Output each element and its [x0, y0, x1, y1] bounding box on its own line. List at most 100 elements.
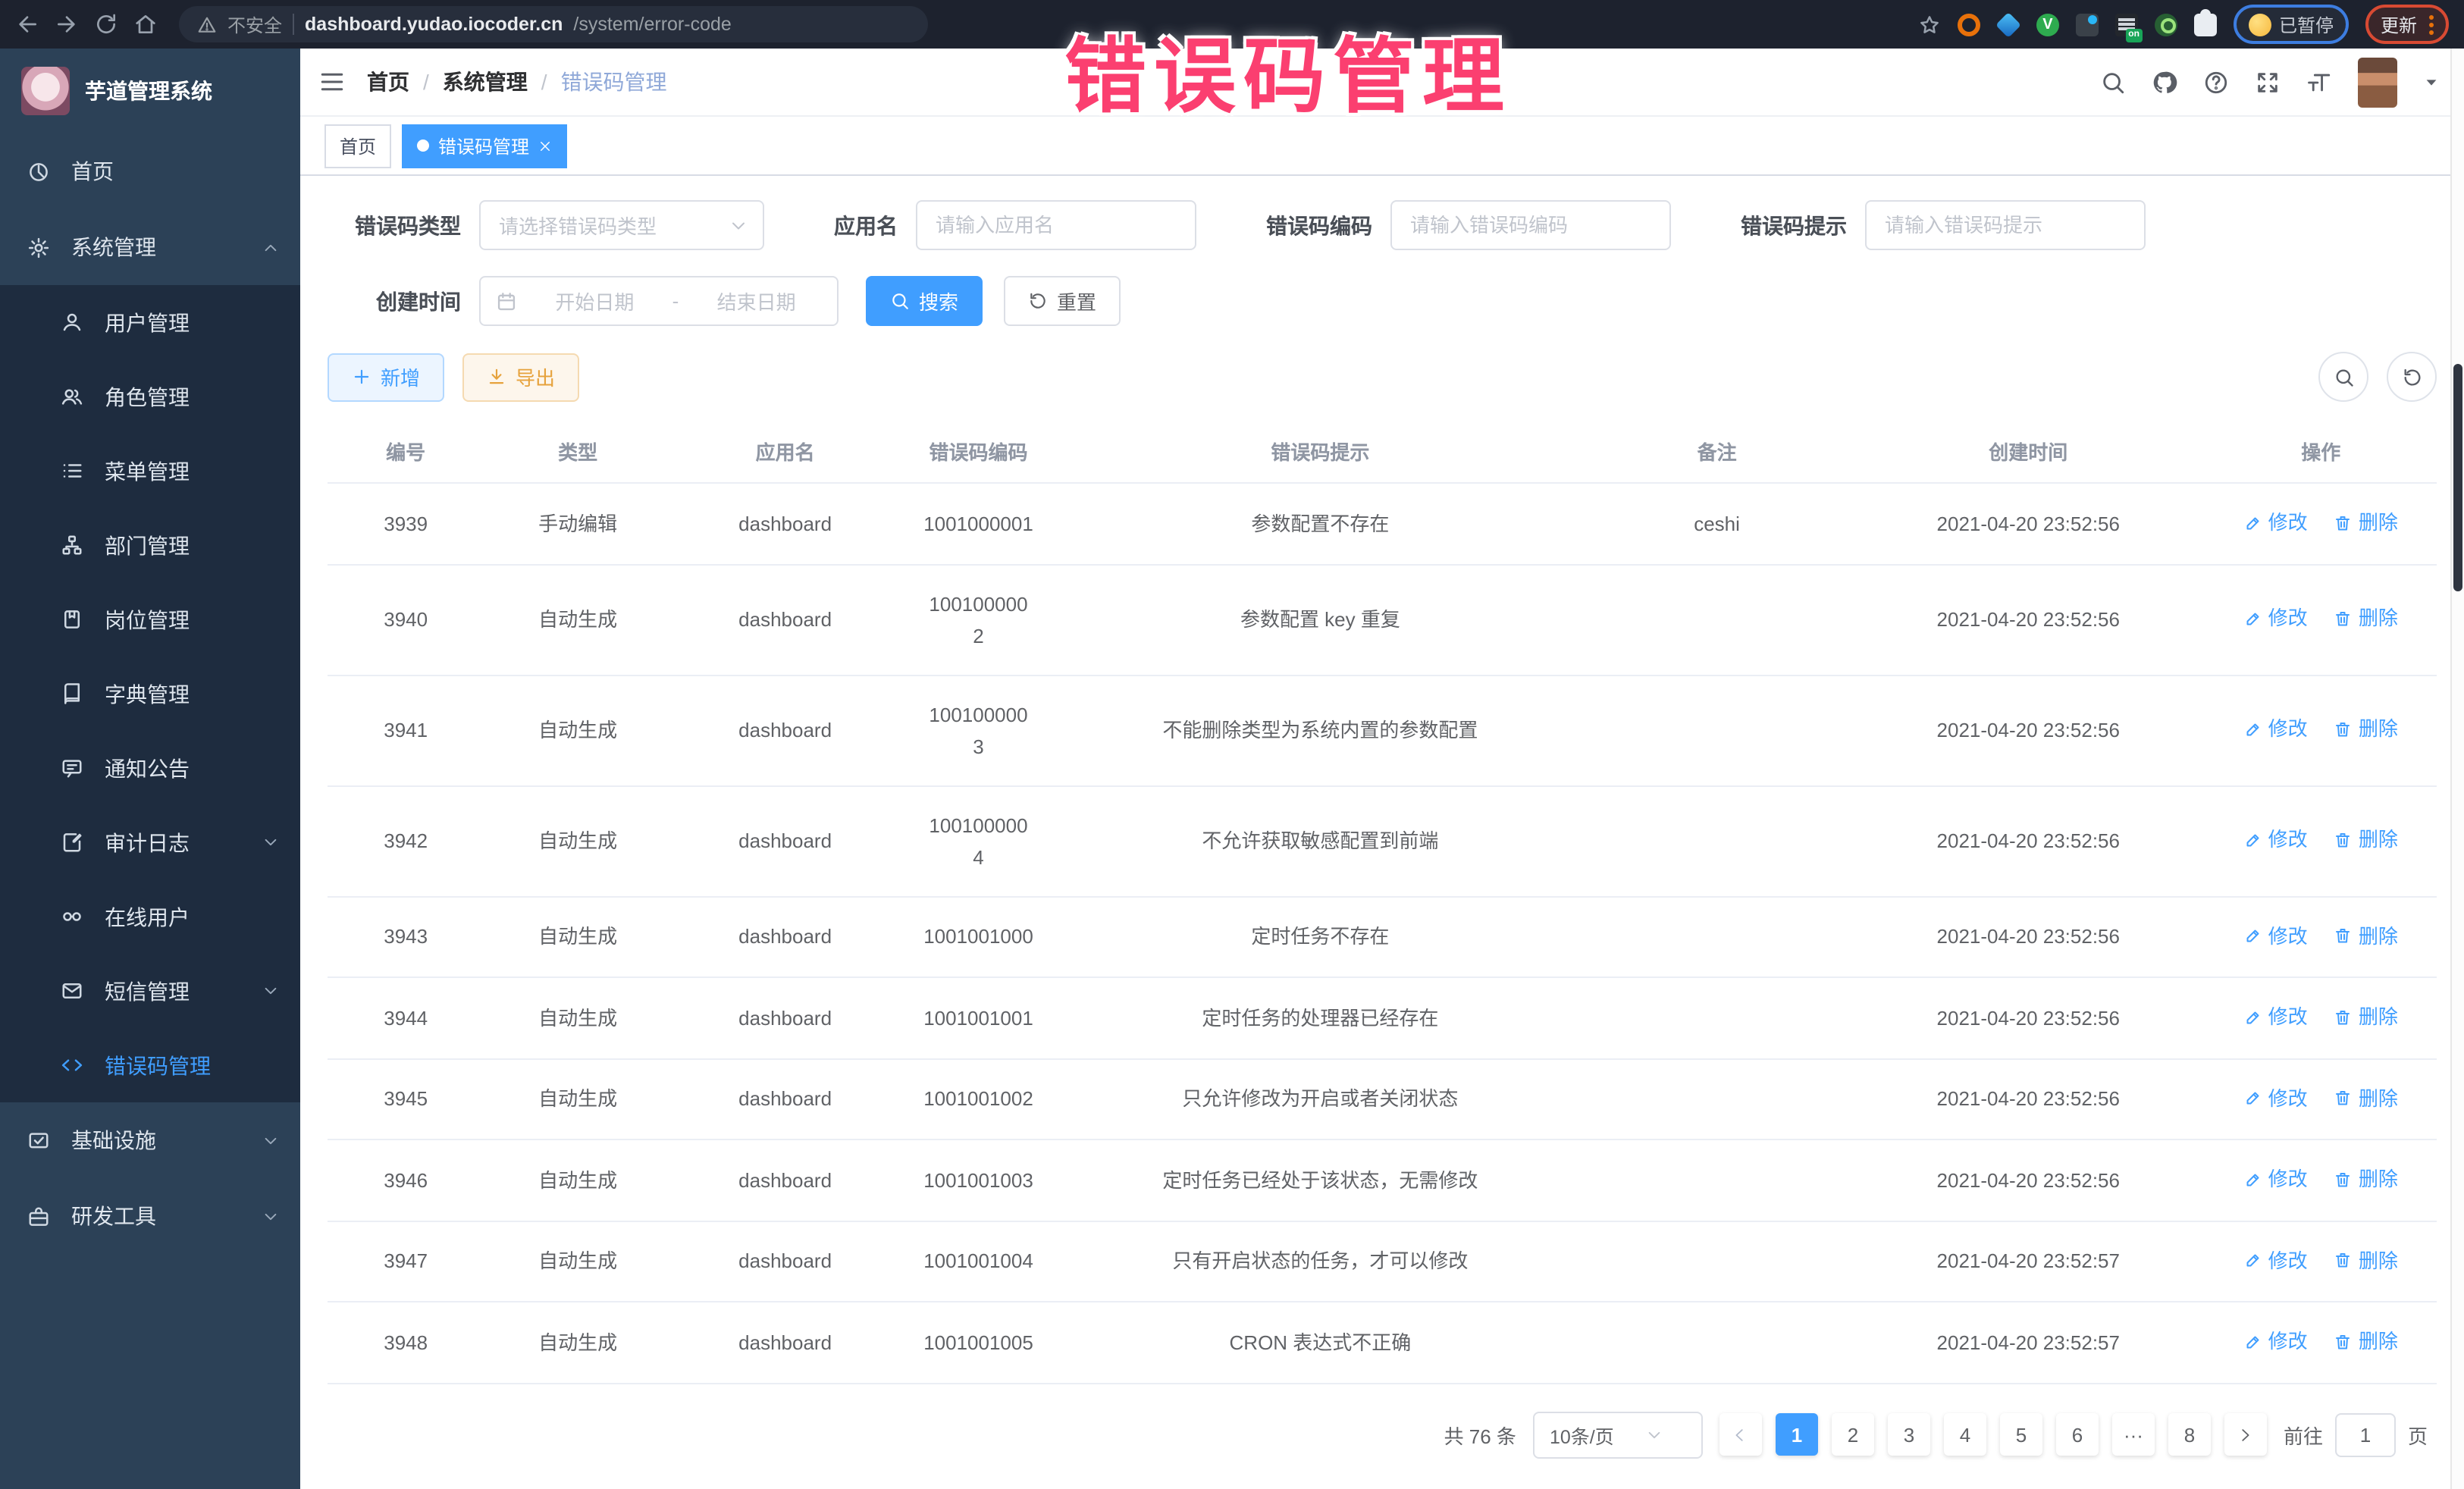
scrollbar-thumb[interactable]: [2453, 364, 2462, 591]
page-button-8[interactable]: 8: [2168, 1413, 2211, 1456]
sidebar-item-user[interactable]: 用户管理: [0, 285, 300, 359]
cell-time: 2021-04-20 23:52:56: [1851, 1058, 2205, 1139]
extension-icon[interactable]: V: [2036, 13, 2059, 36]
sidebar-item-label: 在线用户: [105, 901, 279, 932]
browser-forward-icon[interactable]: [55, 12, 79, 36]
font-size-icon[interactable]: [2306, 69, 2332, 95]
sidebar-item-icon: [61, 905, 83, 928]
browser-profile-chip[interactable]: 已暂停: [2234, 5, 2349, 44]
extension-icon[interactable]: [1995, 11, 2021, 37]
sidebar-item-tree[interactable]: 部门管理: [0, 508, 300, 582]
page-more-button[interactable]: ···: [2112, 1413, 2155, 1456]
breadcrumb-system[interactable]: 系统管理: [443, 67, 528, 97]
sidebar-item-link[interactable]: 在线用户: [0, 879, 300, 954]
sidebar-item-gear[interactable]: 系统管理: [0, 209, 300, 285]
sidebar-item-mailcheck[interactable]: 基础设施: [0, 1102, 300, 1178]
browser-back-icon[interactable]: [15, 12, 39, 36]
error-msg-input[interactable]: [1865, 200, 2146, 250]
edit-link[interactable]: 修改: [2244, 1244, 2308, 1276]
user-avatar[interactable]: [2358, 57, 2397, 107]
edit-link[interactable]: 修改: [2244, 603, 2308, 635]
prev-page-button[interactable]: [1719, 1413, 1762, 1456]
page-button-2[interactable]: 2: [1832, 1413, 1874, 1456]
delete-link[interactable]: 删除: [2334, 920, 2398, 951]
error-type-select[interactable]: 请选择错误码类型: [479, 200, 764, 250]
page-button-6[interactable]: 6: [2056, 1413, 2099, 1456]
cell-app: dashboard: [672, 483, 898, 564]
search-button[interactable]: 搜索: [866, 276, 983, 326]
edit-link[interactable]: 修改: [2244, 920, 2308, 951]
github-icon[interactable]: [2152, 69, 2177, 95]
sidebar-item-code[interactable]: 错误码管理: [0, 1028, 300, 1102]
sidebar-item-users[interactable]: 角色管理: [0, 359, 300, 434]
header-search-icon[interactable]: [2100, 69, 2126, 95]
tag-error-code[interactable]: 错误码管理: [402, 124, 567, 168]
sidebar-item-audit[interactable]: 审计日志: [0, 805, 300, 879]
next-page-button[interactable]: [2224, 1413, 2267, 1456]
sidebar-item-notice[interactable]: 通知公告: [0, 731, 300, 805]
navbar-actions: [2100, 57, 2440, 107]
sidebar-item-badge[interactable]: 岗位管理: [0, 582, 300, 657]
fullscreen-icon[interactable]: [2255, 69, 2281, 95]
table-header-row: 编号类型应用名错误码编码错误码提示备注创建时间操作: [328, 420, 2437, 483]
edit-link[interactable]: 修改: [2244, 1163, 2308, 1195]
breadcrumb-home[interactable]: 首页: [367, 67, 409, 97]
date-range-picker[interactable]: 开始日期 - 结束日期: [479, 276, 839, 326]
cell-operations: 修改 删除: [2205, 1221, 2437, 1302]
reset-button[interactable]: 重置: [1004, 276, 1121, 326]
tag-home[interactable]: 首页: [324, 124, 391, 168]
extension-icon[interactable]: [1958, 13, 1980, 36]
delete-link[interactable]: 删除: [2334, 506, 2398, 538]
page-button-4[interactable]: 4: [1944, 1413, 1986, 1456]
app-logo[interactable]: 芋道管理系统: [0, 49, 300, 133]
delete-link[interactable]: 删除: [2334, 1163, 2398, 1195]
extension-icon[interactable]: [2155, 13, 2177, 36]
delete-link[interactable]: 删除: [2334, 713, 2398, 745]
browser-menu-icon[interactable]: [2429, 14, 2434, 34]
edit-icon: [2244, 720, 2262, 738]
delete-link[interactable]: 删除: [2334, 1082, 2398, 1114]
sidebar-toggle-icon[interactable]: [318, 68, 346, 96]
error-code-input[interactable]: [1390, 200, 1671, 250]
extensions-puzzle-icon[interactable]: [2194, 13, 2217, 36]
edit-link[interactable]: 修改: [2244, 1082, 2308, 1114]
extension-icon[interactable]: [2115, 13, 2138, 36]
tag-close-icon[interactable]: [538, 139, 552, 152]
delete-link[interactable]: 删除: [2334, 824, 2398, 856]
help-icon[interactable]: [2203, 69, 2229, 95]
sidebar-item-mail[interactable]: 短信管理: [0, 954, 300, 1028]
avatar-caret-icon[interactable]: [2423, 74, 2440, 90]
page-button-3[interactable]: 3: [1888, 1413, 1930, 1456]
trash-icon: [2334, 720, 2353, 738]
url-path: /system/error-code: [573, 14, 731, 35]
delete-link[interactable]: 删除: [2334, 1244, 2398, 1276]
edit-link[interactable]: 修改: [2244, 1325, 2308, 1357]
edit-link[interactable]: 修改: [2244, 1001, 2308, 1033]
sidebar-item-list[interactable]: 菜单管理: [0, 434, 300, 508]
export-button[interactable]: 导出: [462, 353, 579, 401]
page-button-1[interactable]: 1: [1776, 1413, 1818, 1456]
browser-home-icon[interactable]: [133, 12, 158, 36]
table-row: 3946 自动生成 dashboard 1001001003 定时任务已经处于该…: [328, 1139, 2437, 1221]
refresh-table-button[interactable]: [2387, 352, 2437, 402]
edit-link[interactable]: 修改: [2244, 506, 2308, 538]
goto-page-input[interactable]: [2335, 1412, 2396, 1456]
edit-link[interactable]: 修改: [2244, 824, 2308, 856]
sidebar-item-dashboard[interactable]: 首页: [0, 133, 300, 209]
add-button[interactable]: 新增: [328, 353, 444, 401]
page-size-select[interactable]: 10条/页: [1533, 1411, 1703, 1458]
extension-icon[interactable]: [2076, 13, 2099, 36]
address-bar[interactable]: 不安全 dashboard.yudao.iocoder.cn/system/er…: [179, 6, 928, 42]
edit-link[interactable]: 修改: [2244, 713, 2308, 745]
sidebar-item-toolbox[interactable]: 研发工具: [0, 1178, 300, 1254]
browser-update-button[interactable]: 更新: [2365, 5, 2449, 44]
delete-link[interactable]: 删除: [2334, 603, 2398, 635]
toggle-search-button[interactable]: [2318, 352, 2368, 402]
bookmark-star-icon[interactable]: [1918, 13, 1941, 36]
sidebar-item-book[interactable]: 字典管理: [0, 657, 300, 731]
browser-reload-icon[interactable]: [94, 12, 118, 36]
delete-link[interactable]: 删除: [2334, 1325, 2398, 1357]
delete-link[interactable]: 删除: [2334, 1001, 2398, 1033]
app-name-input[interactable]: [916, 200, 1196, 250]
page-button-5[interactable]: 5: [2000, 1413, 2042, 1456]
